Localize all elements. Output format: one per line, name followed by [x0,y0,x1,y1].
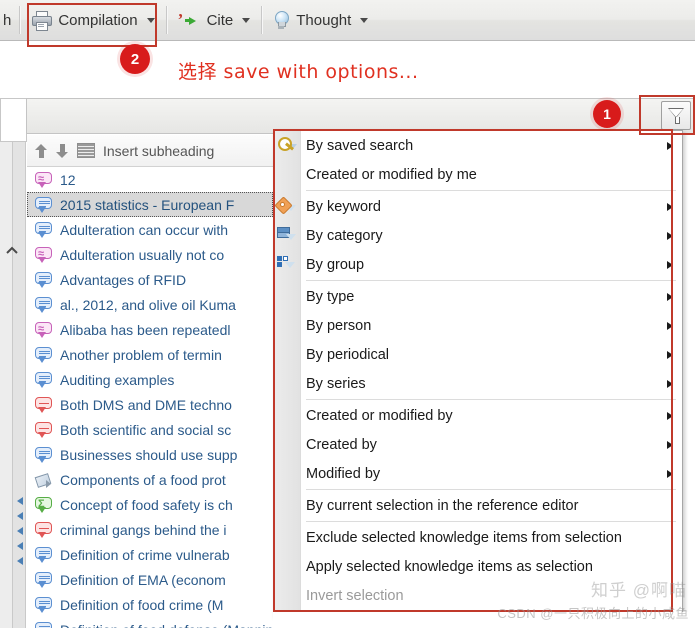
knowledge-list-item[interactable]: Another problem of termin [27,342,273,367]
annotation-instruction-text: 选择 save with options... [178,61,419,83]
knowledge-list-item[interactable]: ≈12 [27,167,273,192]
toolbar-left-fragment: h [3,11,12,29]
knowledge-list-item[interactable]: 2015 statistics - European F [27,192,273,217]
knowledge-list-item[interactable]: criminal gangs behind the i [27,517,273,542]
chevron-down-icon[interactable] [242,17,251,23]
knowledge-list-item[interactable]: Definition of food crime (M [27,592,273,617]
left-rail-outer [0,98,13,628]
knowledge-list-item-label: Auditing examples [60,371,175,388]
gutter-arrow-icon [17,542,23,550]
bubble-lines-blue [35,271,52,288]
knowledge-list-item-label: Definition of EMA (econom [60,571,226,588]
knowledge-list-item-label: Definition of crime vulnerab [60,546,230,563]
bubble-sigma-green: Σ [35,496,52,513]
toolbar-separator [165,6,167,34]
gutter-arrow-icon [17,512,23,520]
knowledge-list-item[interactable]: al., 2012, and olive oil Kuma [27,292,273,317]
toolbar-separator [261,6,263,34]
knowledge-list-item[interactable]: Both scientific and social sc [27,417,273,442]
arrow-up-icon[interactable] [35,143,48,159]
list-toolbar: Insert subheading [27,135,273,167]
arrow-down-icon[interactable] [56,143,69,159]
annotation-box-menu [273,129,673,612]
lines-icon[interactable] [77,143,95,158]
knowledge-list-item[interactable]: ≈ Alibaba has been repeatedl [27,317,273,342]
bubble-lines-blue [35,571,52,588]
bubble-lines-blue [35,296,52,313]
knowledge-item-list[interactable]: ≈12 2015 statistics - European F Adulterat… [27,167,273,628]
annotation-badge-2: 2 [120,44,150,74]
menu-bottom-cover [273,612,695,628]
bubble-lines-blue [35,346,52,363]
cite-quote-icon: ’ [178,11,200,29]
knowledge-list-item-label: criminal gangs behind the i [60,521,227,538]
bubble-tilde-pink: ≈ [35,246,52,263]
lightbulb-icon [273,10,290,30]
knowledge-list-item-label: Alibaba has been repeatedl [60,321,231,338]
knowledge-list-item-label: Concept of food safety is ch [60,496,233,513]
insert-subheading-label[interactable]: Insert subheading [103,143,214,159]
annotation-badge-1: 1 [593,100,621,128]
bubble-lines-blue [35,196,52,213]
bubble-tilde-pink: ≈ [35,321,52,338]
bubble-dash-red [35,421,52,438]
toolbar-button-cite[interactable]: ’ Cite [169,1,260,39]
knowledge-list-item[interactable]: Components of a food prot [27,467,273,492]
knowledge-list-item-label: Both DMS and DME techno [60,396,232,413]
knowledge-list-item-label: Both scientific and social sc [60,421,232,438]
knowledge-list-item-label: Definition of food defense (Manning & So… [60,622,273,628]
chevron-down-icon[interactable] [360,17,369,23]
toolbar-button-thought[interactable]: Thought [264,1,377,39]
toolbar-separator [19,6,21,34]
knowledge-list-item-label: Adulteration usually not co [60,246,225,263]
left-white-box [0,98,27,142]
knowledge-list-item-label: 2015 statistics - European F [60,196,235,213]
bubble-dash-red [35,521,52,538]
bubble-tilde-pink: ≈ [35,171,52,188]
knowledge-list-item[interactable]: Definition of food defense (Manning & So… [27,617,273,628]
knowledge-list-item-label: Businesses should use supp [60,446,238,463]
gutter-arrow-icon [17,497,23,505]
toolbar-button-thought-label: Thought [296,11,352,29]
bubble-lines-blue [35,446,52,463]
annotation-box-compilation [27,3,157,47]
bubble-lines-blue [35,596,52,613]
bubble-dash-red [35,396,52,413]
knowledge-list-item-label: Advantages of RFID [60,271,187,288]
knowledge-list-item[interactable]: Σ Concept of food safety is ch [27,492,273,517]
knowledge-list-item[interactable]: ≈ Adulteration usually not co [27,242,273,267]
knowledge-list-item[interactable]: Adulteration can occur with [27,217,273,242]
toolbar-button-cite-label: Cite [206,11,234,29]
knowledge-list-item-label: al., 2012, and olive oil Kuma [60,296,236,313]
collapse-chevron-icon[interactable] [4,243,20,259]
knowledge-list-item-label: 12 [60,171,76,188]
knowledge-list-item[interactable]: Businesses should use supp [27,442,273,467]
knowledge-list-item[interactable]: Advantages of RFID [27,267,273,292]
knowledge-list-item[interactable]: Both DMS and DME techno [27,392,273,417]
knowledge-list-item-label: Components of a food prot [60,471,226,488]
bubble-lines-blue [35,221,52,238]
knowledge-list-item[interactable]: Auditing examples [27,367,273,392]
gutter-arrow-icon [17,557,23,565]
knowledge-list-item-label: Another problem of termin [60,346,222,363]
knowledge-list-item[interactable]: Definition of crime vulnerab [27,542,273,567]
knowledge-list-item-label: Definition of food crime (M [60,596,224,613]
knowledge-list-item-label: Adulteration can occur with [60,221,229,238]
bubble-lines-blue [35,371,52,388]
knowledge-list-item[interactable]: Definition of EMA (econom [27,567,273,592]
bubble-lines-blue [35,546,52,563]
gutter-arrow-icon [17,527,23,535]
bubble-lines-blue [35,621,52,628]
pencil-icon [34,472,52,488]
